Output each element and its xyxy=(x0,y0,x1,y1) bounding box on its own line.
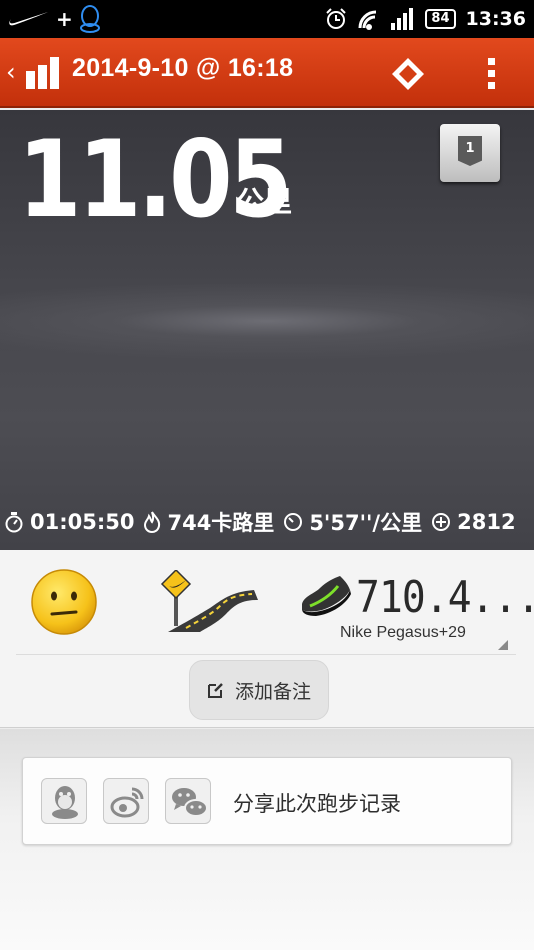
stopwatch-icon xyxy=(5,512,23,533)
qq-icon xyxy=(79,5,100,33)
signal-icon xyxy=(391,8,414,30)
qq-share-icon[interactable] xyxy=(41,778,87,824)
pace-gauge-icon xyxy=(284,513,303,531)
neutral-mood-icon[interactable] xyxy=(30,568,98,636)
duration-value: 01:05:50 xyxy=(30,510,135,534)
share-card[interactable]: 分享此次跑步记录 xyxy=(22,757,512,845)
run-stats-row: 01:05:50 744卡路里 5'57''/公里 2812 xyxy=(4,508,525,536)
plus-icon: + xyxy=(56,7,73,31)
edit-note-icon xyxy=(207,683,223,698)
add-note-button[interactable]: 添加备注 xyxy=(189,660,329,720)
app-header: ‹ 2014-9-10 @ 16:18 xyxy=(0,38,534,108)
wifi-icon xyxy=(358,10,377,30)
shoe-distance-value[interactable]: 710.4... xyxy=(356,572,534,623)
shoe-name[interactable]: Nike Pegasus+29 xyxy=(340,624,466,642)
rank-flag-icon: 1 xyxy=(458,136,482,166)
divider xyxy=(16,654,516,655)
wechat-share-icon[interactable] xyxy=(165,778,211,824)
run-datetime-title: 2014-9-10 @ 16:18 xyxy=(72,54,294,82)
share-run-label[interactable]: 分享此次跑步记录 xyxy=(233,788,401,818)
distance-unit: 公里 xyxy=(236,185,293,218)
calories-value: 744卡路里 xyxy=(167,511,275,535)
pace-value: 5'57''/公里 xyxy=(309,511,423,535)
fuel-value: 2812 xyxy=(457,510,516,534)
dropdown-corner-icon[interactable] xyxy=(498,640,508,650)
back-chevron-icon[interactable]: ‹ xyxy=(6,60,16,84)
running-app-logo-icon[interactable] xyxy=(24,57,62,89)
nikefuel-icon xyxy=(432,513,451,531)
status-clock: 13:36 xyxy=(465,8,526,30)
rank-badge[interactable]: 1 xyxy=(440,124,500,182)
battery-indicator: 84 xyxy=(425,9,456,29)
overflow-menu-icon[interactable] xyxy=(484,56,500,92)
weibo-share-icon[interactable] xyxy=(103,778,149,824)
flame-icon xyxy=(144,511,161,533)
pace-stat: 5'57''/公里 xyxy=(283,507,422,537)
fuel-stat: 2812 xyxy=(431,510,516,534)
run-details-panel: 710.4... Nike Pegasus+29 添加备注 xyxy=(0,550,534,728)
status-bar: + 84 13:36 xyxy=(0,0,534,38)
share-section: 分享此次跑步记录 xyxy=(0,729,534,950)
road-terrain-icon[interactable] xyxy=(160,570,260,634)
run-summary-panel: 11.05 公里 1 01:05:50 744卡路里 5'57''/公里 281… xyxy=(0,110,534,550)
running-shoe-icon[interactable] xyxy=(300,574,352,618)
nike-swoosh-icon xyxy=(9,12,48,26)
calories-stat: 744卡路里 xyxy=(143,507,274,537)
duration-stat: 01:05:50 xyxy=(4,510,134,534)
alarm-icon xyxy=(326,8,347,29)
tag-diamond-icon[interactable] xyxy=(390,56,426,92)
add-note-label: 添加备注 xyxy=(234,680,311,703)
